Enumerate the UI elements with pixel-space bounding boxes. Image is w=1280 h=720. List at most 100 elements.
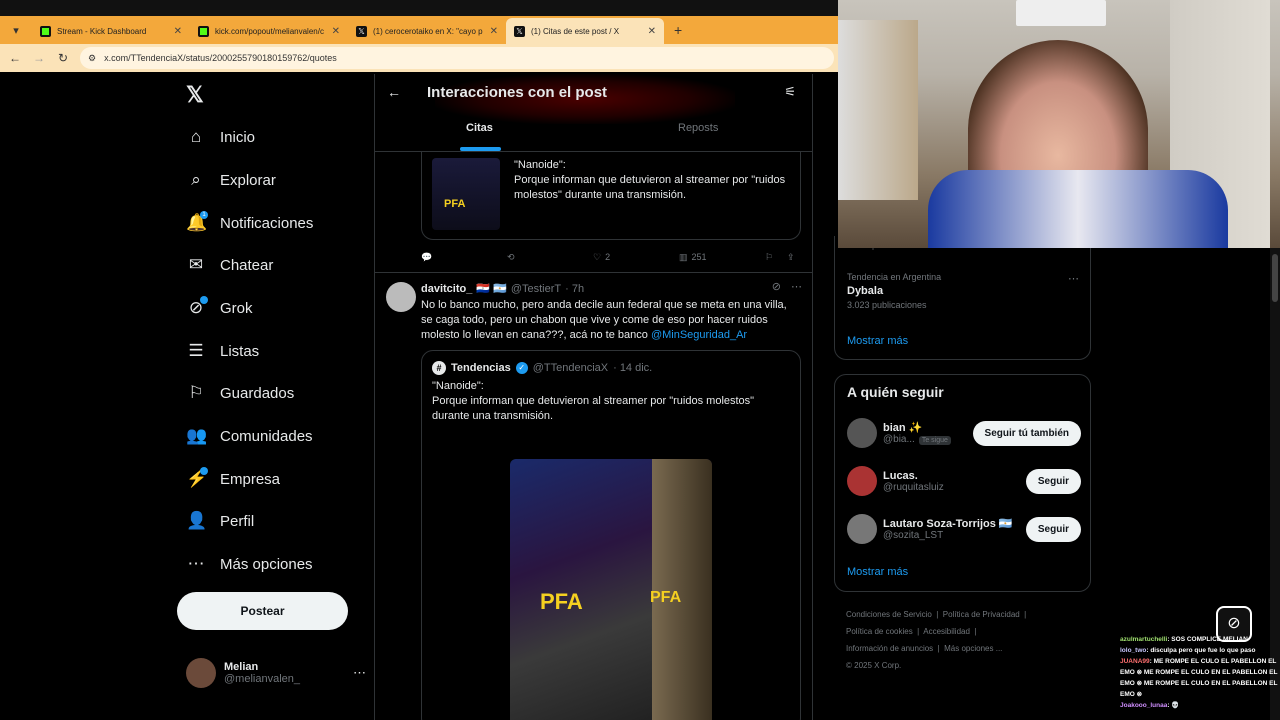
tweet-body: No lo banco mucho, pero anda decile aun … — [421, 298, 801, 343]
chat-text: : SOS COMPLICE MELIAN — [1167, 636, 1248, 643]
bookmark-icon[interactable]: ⚐ — [765, 252, 787, 263]
nav-label: Comunidades — [220, 427, 313, 445]
tweet-header: davitcito_ 🇵🇾 🇦🇷 @TestierT · 7h — [421, 282, 584, 296]
post-button[interactable]: Postear — [177, 592, 348, 630]
follow-handle: @bia... — [883, 434, 915, 445]
post-actions: 💬 ⟲ ♡ 2 ▥ 251 ⚐ ⇪ — [421, 250, 801, 264]
nav-item-empresa[interactable]: ⚡ Empresa — [186, 462, 280, 496]
browser-tab[interactable]: Stream - Kick Dashboard ✕ — [32, 18, 190, 44]
footer-link[interactable]: Política de Privacidad — [943, 610, 1020, 619]
filter-icon[interactable]: ⚟ — [784, 84, 796, 100]
more-dots-icon[interactable]: ⋯ — [353, 665, 366, 681]
avatar — [847, 418, 877, 448]
trend-count: 3.023 publicaciones — [847, 300, 927, 310]
profile-handle: @melianvalen_ — [224, 673, 300, 685]
follow-name: Lucas. — [883, 469, 918, 482]
quote-text-line: Porque informan que detuvieron al stream… — [432, 395, 755, 422]
quoted-author-handle: @TTendenciaX — [532, 362, 609, 374]
home-icon: ⌂ — [190, 127, 202, 146]
quoted-post-card[interactable]: # Tendencias ✓ @TTendenciaX · 14 dic. "N… — [421, 350, 801, 720]
reply-icon[interactable]: 💬 — [421, 252, 507, 263]
like-count: 2 — [605, 252, 611, 262]
main-header: ← Interacciones con el post ⚟ Citas Repo… — [375, 74, 812, 152]
browser-tab[interactable]: 𝕏 (1) cerocerotaiko en X: "cayo p ✕ — [348, 18, 506, 44]
site-info-icon[interactable]: ⚙ — [88, 53, 96, 64]
nav-item-perfil[interactable]: 👤 Perfil — [186, 504, 254, 538]
close-tab-icon[interactable]: ✕ — [174, 26, 182, 37]
chat-user: azulmartuchelli — [1120, 636, 1168, 643]
url-input[interactable]: ⚙ x.com/TTendenciaX/status/20002557901801… — [80, 47, 834, 69]
close-tab-icon[interactable]: ✕ — [648, 26, 656, 37]
footer-more-link[interactable]: Más opciones ... — [944, 644, 1002, 653]
nav-item-comunidades[interactable]: 👥 Comunidades — [186, 419, 313, 453]
like-button[interactable]: ♡ 2 — [593, 252, 679, 263]
left-nav: 𝕏 ⌂ Inicio ⌕ Explorar 🔔 1 Notificaciones ✉ Ch… — [174, 74, 374, 720]
nav-item-chatear[interactable]: ✉ Chatear — [186, 248, 274, 282]
chat-message: Joakooo_lunaa: 💀 — [1120, 700, 1280, 711]
nav-item-inicio[interactable]: ⌂ Inicio — [186, 120, 255, 154]
follow-suggestion[interactable]: bian ✨ @bia... Te sigue Seguir tú también — [847, 416, 1081, 450]
quoted-post-thumbnail[interactable]: PFA — [432, 158, 500, 230]
tab-reposts[interactable]: Reposts — [678, 122, 718, 134]
mention-link[interactable]: @MinSeguridad_Ar — [651, 329, 747, 341]
footer-link[interactable]: Accesibilidad — [923, 627, 970, 636]
back-arrow-icon[interactable]: ← — [8, 51, 22, 65]
quoted-post-card[interactable]: PFA "Nanoide": Porque informan que detuvi… — [421, 152, 801, 240]
views-button[interactable]: ▥ 251 — [679, 252, 765, 263]
quoted-time: · 14 dic. — [613, 362, 653, 374]
new-tab-icon[interactable]: + — [674, 22, 682, 38]
tab-citas[interactable]: Citas — [466, 122, 493, 134]
follow-suggestion[interactable]: Lautaro Soza-Torrijos 🇦🇷 @sozita_LST Segu… — [847, 512, 1081, 546]
nav-item-listas[interactable]: ☰ Listas — [186, 334, 259, 368]
chat-message: lolo_two: disculpa pero que fue lo que p… — [1120, 645, 1280, 656]
nav-item-guardados[interactable]: ⚐ Guardados — [186, 376, 294, 410]
forward-arrow-icon[interactable]: → — [32, 51, 46, 65]
kick-favicon-icon — [198, 25, 209, 37]
follow-back-button[interactable]: Seguir tú también — [972, 420, 1081, 446]
tweet-author-name[interactable]: davitcito_ — [421, 283, 472, 295]
quoted-photo[interactable]: PFA PFA — [510, 459, 712, 720]
x-logo-icon[interactable]: 𝕏 — [186, 82, 204, 108]
grok-icon[interactable]: ⊘ — [772, 280, 781, 293]
nav-item-explorar[interactable]: ⌕ Explorar — [186, 163, 276, 197]
browser-tab-strip: ▾ Stream - Kick Dashboard ✕ kick.com/popo… — [0, 16, 838, 44]
tweet-time[interactable]: · 7h — [565, 283, 584, 295]
avatar — [847, 514, 877, 544]
nav-item-grok[interactable]: ⊘ Grok — [186, 291, 253, 325]
back-arrow-icon[interactable]: ← — [387, 84, 401, 100]
show-more-link[interactable]: Mostrar más — [847, 566, 908, 578]
footer-link[interactable]: Información de anuncios — [846, 644, 933, 653]
webcam-window — [838, 20, 918, 200]
more-dots-icon[interactable]: ⋯ — [1068, 272, 1079, 285]
nav-item-notificaciones[interactable]: 🔔 1 Notificaciones — [186, 206, 313, 240]
reload-icon[interactable]: ↻ — [56, 51, 70, 65]
footer-link[interactable]: Condiciones de Servicio — [846, 610, 932, 619]
avatar[interactable] — [386, 282, 416, 312]
close-tab-icon[interactable]: ✕ — [490, 26, 498, 37]
avatar — [847, 466, 877, 496]
show-more-link[interactable]: Mostrar más — [847, 335, 908, 347]
avatar — [186, 658, 216, 688]
tab-title: (1) Citas de este post / X — [531, 26, 620, 36]
browser-tab-active[interactable]: 𝕏 (1) Citas de este post / X ✕ — [506, 18, 664, 44]
trend-item[interactable]: Tendencia en Argentina Dybala 3.023 publ… — [847, 272, 1079, 310]
footer-link[interactable]: Política de cookies — [846, 627, 913, 636]
tweet-author-handle[interactable]: @TestierT — [511, 283, 561, 295]
follow-name: bian ✨ — [883, 422, 923, 434]
scrollbar-thumb[interactable] — [1272, 254, 1278, 302]
nav-label: Inicio — [220, 128, 256, 146]
account-switcher[interactable]: Melian @melianvalen_ ⋯ — [186, 656, 366, 690]
grok-icon: ⊘ — [186, 296, 208, 318]
repost-icon[interactable]: ⟲ — [507, 252, 593, 263]
close-tab-icon[interactable]: ✕ — [332, 26, 340, 37]
tab-search-button[interactable]: ▾ — [4, 18, 28, 42]
bell-icon: 🔔 1 — [186, 211, 208, 233]
share-icon[interactable]: ⇪ — [787, 252, 795, 263]
follow-suggestion[interactable]: Lucas. @ruquitasluiz Seguir — [847, 464, 1081, 498]
browser-tab[interactable]: kick.com/popout/melianvalen/c ✕ — [190, 18, 348, 44]
follow-button[interactable]: Seguir — [1025, 516, 1081, 542]
follow-button[interactable]: Seguir — [1025, 468, 1081, 494]
nav-item-mas-opciones[interactable]: ⋯ Más opciones — [186, 547, 313, 581]
chat-message: JUANA99: ME ROMPE EL CULO EL PABELLON EL… — [1120, 656, 1280, 700]
more-dots-icon[interactable]: ⋯ — [791, 280, 802, 293]
